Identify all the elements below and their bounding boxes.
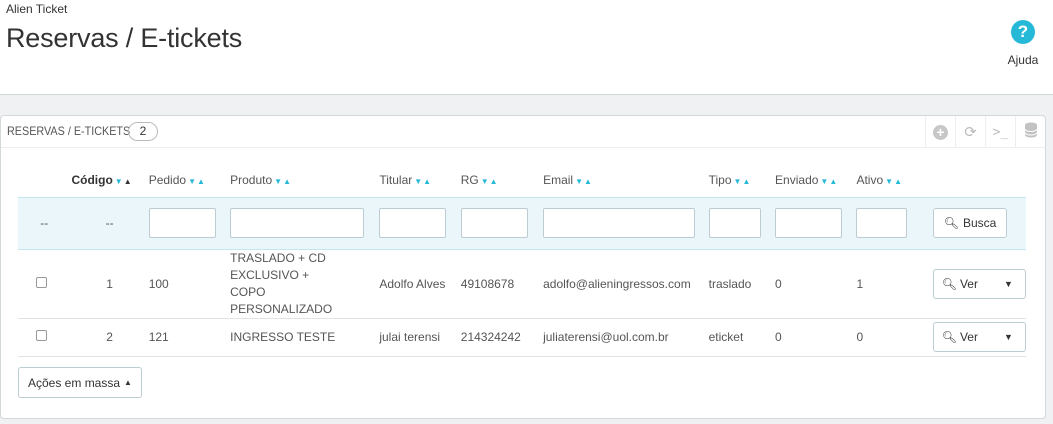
panel-heading: Reservas / E-tickets 2 + ⟳ >_ (1, 116, 1045, 148)
search-button[interactable]: 🔍︎ Busca (932, 208, 1008, 238)
filter-row: -- -- 🔍︎ Busca (18, 196, 1026, 250)
tickets-table: Código ▼▲ Pedido ▼▲ Produto ▼▲ Titular ▼▲ RG… (18, 164, 1026, 357)
table-row[interactable]: 2 121 INGRESSO TESTE julai terensi 21432… (18, 318, 1026, 357)
header-email[interactable]: Email ▼▲ (543, 164, 709, 197)
table-row[interactable]: 1 100 TRASLADO + CD EXCLUSIVO + COPO PER… (18, 249, 1026, 319)
zoom-in-icon: 🔍︎ (941, 330, 957, 344)
cell-rg: 49108678 (460, 249, 544, 319)
row-checkbox[interactable] (36, 330, 47, 341)
sort-icon[interactable]: ▼▲ (274, 177, 292, 186)
cell-enviado: 0 (775, 318, 857, 357)
help-icon: ? (1011, 20, 1035, 44)
header-titular[interactable]: Titular ▼▲ (379, 164, 460, 197)
page-title: Reservas / E-tickets (6, 23, 243, 53)
header-codigo[interactable]: Código ▼▲ (70, 164, 148, 197)
zoom-in-icon: 🔍︎ (941, 276, 957, 291)
breadcrumb[interactable]: Alien Ticket (6, 2, 67, 16)
view-button[interactable]: 🔍︎ Ver (934, 323, 986, 351)
cell-codigo: 1 (70, 249, 149, 319)
filter-tipo-input[interactable] (708, 208, 761, 238)
refresh-icon: ⟳ (964, 124, 977, 141)
view-button-group[interactable]: 🔍︎ Ver ▼ (932, 322, 1026, 352)
header-enviado[interactable]: Enviado ▼▲ (775, 164, 856, 197)
search-icon: 🔍︎ (943, 216, 959, 230)
header-tipo[interactable]: Tipo ▼▲ (709, 164, 775, 197)
cell-pedido: 100 (148, 249, 231, 319)
header-rg[interactable]: RG ▼▲ (461, 164, 543, 197)
cell-rg: 214324242 (460, 318, 544, 357)
sort-icon[interactable]: ▼▲ (115, 177, 133, 186)
filter-select-placeholder: -- (18, 196, 71, 250)
header-ativo[interactable]: Ativo ▼▲ (856, 164, 932, 197)
cell-produto: INGRESSO TESTE (230, 318, 380, 357)
refresh-button[interactable]: ⟳ (955, 116, 985, 148)
chevron-down-icon[interactable]: ▼ (986, 323, 1025, 351)
add-new-button[interactable]: + (925, 116, 955, 148)
add-icon: + (933, 124, 948, 140)
cell-titular: Adolfo Alves (379, 249, 461, 319)
view-button[interactable]: 🔍︎ Ver (934, 270, 986, 298)
sort-icon[interactable]: ▼▲ (481, 177, 499, 186)
cell-tipo: eticket (708, 318, 776, 357)
header-select (18, 164, 70, 197)
row-checkbox[interactable] (36, 276, 47, 288)
sort-icon[interactable]: ▼▲ (734, 177, 752, 186)
cell-email: adolfo@alieningressos.com (543, 249, 709, 319)
chevron-down-icon[interactable]: ▼ (986, 270, 1025, 298)
filter-ativo-input[interactable] (856, 208, 908, 238)
panel-toolbar: + ⟳ >_ (925, 116, 1045, 148)
database-button[interactable] (1015, 116, 1045, 148)
sort-icon[interactable]: ▼▲ (885, 177, 903, 186)
filter-rg-input[interactable] (460, 208, 528, 238)
help-label: Ajuda (1007, 53, 1039, 67)
filter-pedido-input[interactable] (148, 208, 216, 238)
filter-produto-input[interactable] (230, 208, 365, 238)
terminal-icon: >_ (992, 124, 1009, 140)
table-header-row: Código ▼▲ Pedido ▼▲ Produto ▼▲ Titular ▼▲ RG… (18, 164, 1026, 197)
count-badge: 2 (128, 122, 158, 141)
panel-title: Reservas / E-tickets (7, 124, 131, 138)
filter-email-input[interactable] (543, 208, 696, 238)
header-actions (933, 164, 1026, 197)
help-button[interactable]: ? Ajuda (1003, 20, 1043, 67)
cell-ativo: 0 (856, 318, 933, 357)
filter-titular-input[interactable] (379, 208, 447, 238)
cell-pedido: 121 (148, 318, 231, 357)
filter-codigo-placeholder: -- (70, 196, 149, 250)
bulk-actions-button[interactable]: Ações em massa ▲ (18, 367, 142, 398)
header-pedido[interactable]: Pedido ▼▲ (149, 164, 230, 197)
sort-icon[interactable]: ▼▲ (575, 177, 593, 186)
export-sql-button[interactable]: >_ (985, 116, 1015, 148)
caret-up-icon: ▲ (124, 378, 132, 387)
filter-enviado-input[interactable] (775, 208, 843, 238)
cell-email: juliaterensi@uol.com.br (543, 318, 709, 357)
view-button-group[interactable]: 🔍︎ Ver ▼ (932, 268, 1026, 299)
database-icon (1024, 122, 1038, 142)
sort-icon[interactable]: ▼▲ (820, 177, 838, 186)
page-header: Alien Ticket Reservas / E-tickets ? Ajud… (0, 0, 1053, 95)
header-produto[interactable]: Produto ▼▲ (230, 164, 379, 197)
cell-produto: TRASLADO + CD EXCLUSIVO + COPO PERSONALI… (230, 249, 380, 319)
tickets-panel: Reservas / E-tickets 2 + ⟳ >_ Código ▼▲ P… (0, 115, 1046, 419)
cell-tipo: traslado (708, 249, 776, 319)
sort-icon[interactable]: ▼▲ (414, 177, 432, 186)
cell-codigo: 2 (70, 318, 149, 357)
cell-ativo: 1 (856, 249, 933, 319)
sort-icon[interactable]: ▼▲ (188, 177, 206, 186)
cell-enviado: 0 (775, 249, 857, 319)
cell-titular: julai terensi (379, 318, 461, 357)
